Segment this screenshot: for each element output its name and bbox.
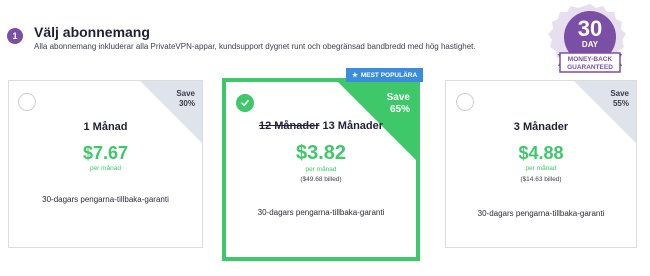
seal-days: 30 bbox=[578, 16, 602, 41]
plan-name: 3 Månader bbox=[513, 121, 569, 133]
seal-line1: MONEY-BACK bbox=[568, 56, 613, 63]
money-back-seal: 30 DAY MONEY-BACK GUARANTEED bbox=[548, 4, 626, 73]
plan-guarantee: 30-dagars pengarna-tillbaka-garanti bbox=[42, 195, 169, 204]
plan-price: $3.82 bbox=[295, 142, 347, 164]
page-subtitle: Alla abonnemang inkluderar alla PrivateV… bbox=[34, 42, 476, 51]
most-popular-label: MEST POPULÄRA bbox=[360, 71, 418, 79]
plan-radio-checked[interactable] bbox=[236, 94, 254, 112]
plan-card-1-month[interactable]: Save 30% 1 Månad $7.67 per månad 30-daga… bbox=[8, 80, 203, 248]
plan-price: $4.88 bbox=[518, 143, 564, 163]
plan-price-period: per månad bbox=[89, 165, 122, 172]
plan-card-13-months[interactable]: Save 65% 12 Månader 13 Månader $3.82 per … bbox=[222, 78, 420, 261]
most-popular-badge: ★ MEST POPULÄRA bbox=[346, 68, 424, 82]
save-label: Save 55% bbox=[610, 89, 629, 108]
plan-price-period: per månad bbox=[525, 165, 557, 172]
seal-line2: GUARANTEED bbox=[567, 64, 613, 71]
checkmark-icon bbox=[241, 100, 249, 107]
plan-name: 1 Månad bbox=[83, 121, 128, 133]
page-title: Välj abonnemang bbox=[34, 24, 150, 40]
plan-name: 12 Månader 13 Månader bbox=[226, 120, 416, 132]
save-label: Save 30% bbox=[176, 89, 195, 108]
plan-guarantee: 30-dagars pengarna-tillbaka-garanti bbox=[477, 209, 605, 218]
step-number-badge: 1 bbox=[7, 28, 23, 44]
seal-unit: DAY bbox=[582, 40, 599, 49]
plan-radio[interactable] bbox=[456, 93, 474, 111]
plan-guarantee: 30-dagars pengarna-tillbaka-garanti bbox=[257, 208, 385, 217]
star-icon: ★ bbox=[352, 72, 358, 79]
plan-new-name: 13 Månader bbox=[322, 120, 384, 132]
plan-card-3-months[interactable]: Save 55% 3 Månader $4.88 per månad ($14.… bbox=[445, 80, 637, 248]
plan-radio[interactable] bbox=[18, 93, 36, 111]
plan-billed-total: ($49.68 billed) bbox=[300, 176, 342, 183]
plan-old-name: 12 Månader bbox=[258, 120, 320, 132]
plan-price: $7.67 bbox=[82, 143, 129, 163]
plan-billed-total: ($14.63 billed) bbox=[520, 176, 562, 183]
plan-price-period: per månad bbox=[305, 166, 337, 173]
save-label: Save 65% bbox=[386, 92, 410, 115]
